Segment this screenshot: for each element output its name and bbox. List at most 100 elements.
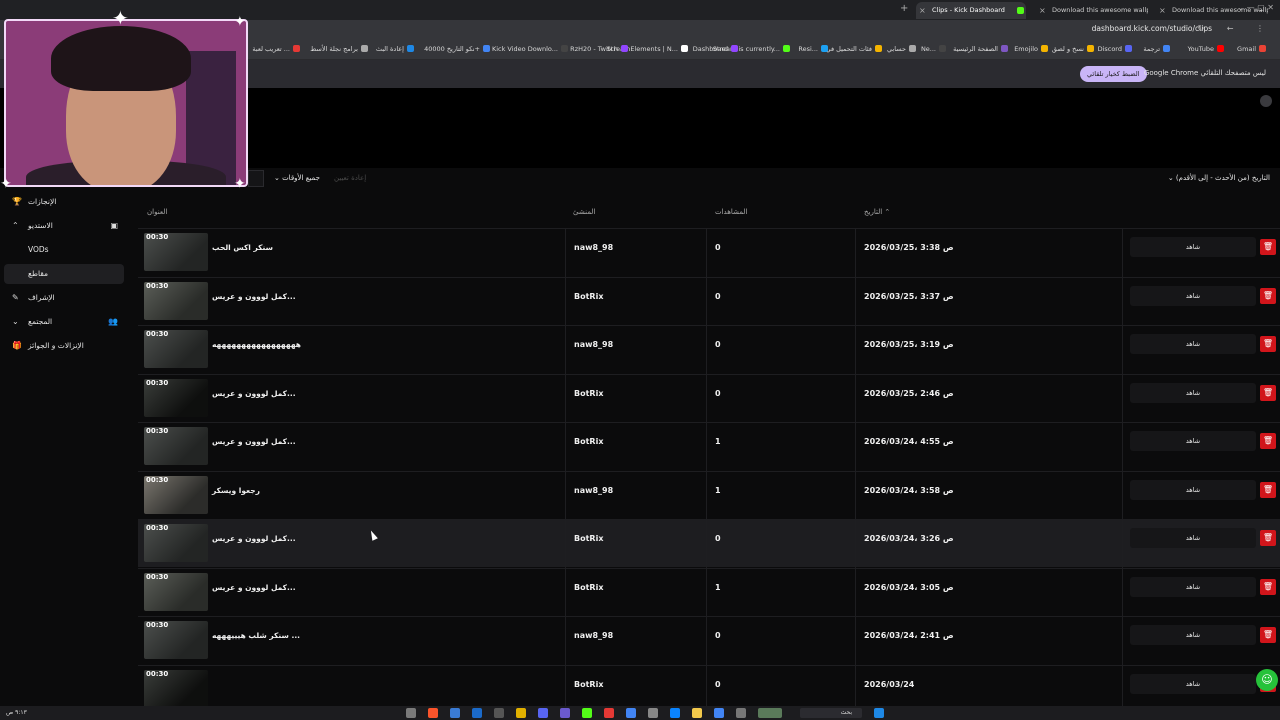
obs-icon[interactable] (560, 708, 570, 718)
clip-date: 2026/03/24، 3:58 ص (864, 485, 954, 495)
bookmark[interactable]: Ne... (921, 45, 946, 53)
close-icon[interactable]: × (919, 2, 926, 19)
bookmark[interactable]: إعادة البث (376, 45, 414, 53)
brave-icon[interactable] (428, 708, 438, 718)
sidebar-item-label: الاستديو (28, 221, 53, 230)
tab-clips[interactable]: × Clips - Kick Dashboard (916, 2, 1026, 19)
bookmark[interactable]: Discord (1098, 45, 1132, 53)
watch-button[interactable]: شاهد (1130, 528, 1256, 548)
search-input[interactable] (248, 170, 264, 187)
chrome-icon[interactable] (714, 708, 724, 718)
bookmark[interactable]: Dashboard (693, 45, 738, 53)
watch-button[interactable]: شاهد (1130, 673, 1256, 694)
nav-icons[interactable]: ↻ ← ⋮ (1198, 24, 1275, 33)
sidebar-item-community[interactable]: ⌄ المجتمع 👥 (4, 312, 124, 332)
sidebar-item-moderation[interactable]: ✎ الإشراف (4, 288, 124, 308)
table-row[interactable]: 00:30 كمل لووون و عريس... BotRix 0 2026/… (138, 519, 1280, 568)
clip-title: كمل لووون و عريس... (212, 582, 296, 592)
header-date[interactable]: التاريخ ⌃ (864, 208, 890, 216)
bookmark[interactable]: Emojilo (1014, 45, 1048, 53)
clip-creator: naw8_98 (574, 340, 614, 349)
bookmark[interactable]: برامج نجلة الأسط (310, 45, 368, 53)
watch-button[interactable]: شاهد (1130, 382, 1256, 403)
folder-icon[interactable] (692, 708, 702, 718)
taskbar-clock: ٩:١٣ ص (6, 709, 27, 716)
bookmark[interactable]: الصفحة الرئيسية (953, 45, 1008, 53)
delete-button[interactable]: 🗑 (1260, 384, 1276, 401)
table-row[interactable]: 00:30 كمل لووون و عريس... BotRix 1 2026/… (138, 567, 1280, 617)
watch-button[interactable]: شاهد (1130, 334, 1256, 354)
watch-button[interactable]: شاهد (1130, 576, 1256, 597)
sort-select[interactable]: ⌄ التاريخ (من الأحدث - إلى الأقدم) (1168, 174, 1270, 182)
sidebar-item-achievements[interactable]: 🏆 الإنجازات (4, 192, 124, 212)
delete-button[interactable]: 🗑 (1260, 336, 1276, 352)
set-default-button[interactable]: الضبط كخيار تلقائي (1080, 66, 1147, 82)
sidebar-item-vods[interactable]: VODs (4, 240, 124, 260)
table-row[interactable]: 00:30 رجعوا ويسكر naw8_98 1 2026/03/24، … (138, 470, 1280, 520)
delete-button[interactable]: 🗑 (1260, 433, 1276, 449)
header-views[interactable]: المشاهدات (715, 208, 747, 216)
bookmark[interactable]: نسخ و لصق (1052, 45, 1094, 53)
bookmark[interactable]: Resi... (798, 45, 828, 53)
close-icon[interactable]: × (1159, 2, 1166, 19)
delete-button[interactable]: 🗑 (1260, 578, 1276, 595)
watch-button[interactable]: شاهد (1130, 237, 1256, 257)
table-row[interactable]: 00:30 هههههههههههههههههه naw8_98 0 2026/… (138, 325, 1280, 374)
header-title[interactable]: العنوان (147, 208, 167, 216)
sidebar-item-studio[interactable]: ⌃ الاستديو ▣ (4, 216, 124, 236)
table-row[interactable]: 00:30 كمل لووون و عريس... BotRix 1 2026/… (138, 422, 1280, 471)
bookmark[interactable]: Kick Video Downlo... (492, 45, 568, 53)
table-row[interactable]: 00:30 سنكر شلب هيييهههه ... naw8_98 0 20… (138, 616, 1280, 665)
table-row[interactable]: 00:30 كمل لووون و عريس... BotRix 0 2026/… (138, 373, 1280, 423)
discord-icon[interactable] (538, 708, 548, 718)
delete-button[interactable]: 🗑 (1260, 287, 1276, 304)
app-icon[interactable] (450, 708, 460, 718)
table-row[interactable]: 00:30 كمل لووون و عريس... BotRix 0 2026/… (138, 276, 1280, 326)
chrome-icon[interactable] (626, 708, 636, 718)
column-divider (706, 229, 707, 277)
delete-button[interactable]: 🗑 (1260, 239, 1276, 255)
url-field[interactable]: dashboard.kick.com/studio/clips (1092, 24, 1212, 33)
close-icon[interactable]: × (1039, 2, 1046, 19)
app-icon[interactable] (604, 708, 614, 718)
kick-icon[interactable] (582, 708, 592, 718)
help-chat-button[interactable]: ☺ (1256, 669, 1278, 691)
app-icon[interactable] (736, 708, 746, 718)
app-icon[interactable] (516, 708, 526, 718)
tab-wallpaper-1[interactable]: × Download this awesome wallp (1036, 2, 1148, 19)
delete-button[interactable]: 🗑 (1260, 530, 1276, 546)
watch-button[interactable]: شاهد (1130, 431, 1256, 451)
window-controls[interactable]: ⌄ — ▢ ✕ (1237, 3, 1274, 12)
edge-icon[interactable] (670, 708, 680, 718)
bookmark[interactable]: تعريب لعبة ... (252, 45, 300, 53)
sidebar-item-drops[interactable]: 🎁 الإنزالات و الجوائز (4, 336, 124, 356)
new-tab-button[interactable]: + (900, 3, 908, 14)
reset-filters-button[interactable]: إعادة تعيين (334, 174, 366, 182)
sidebar-item-clips[interactable]: مقاطع (4, 264, 124, 284)
time-filter-select[interactable]: ⌄ جميع الأوقات (274, 174, 320, 182)
bookmark[interactable]: فئات التحميل في (826, 45, 882, 53)
column-divider (565, 326, 566, 374)
bookmark[interactable]: ترجمة (1143, 45, 1170, 53)
delete-button[interactable]: 🗑 (1260, 627, 1276, 643)
watch-button[interactable]: شاهد (1130, 625, 1256, 645)
wallpaper-icon[interactable] (758, 708, 782, 718)
bookmark[interactable]: Gmail (1237, 45, 1266, 53)
column-divider (1122, 229, 1123, 277)
bookmark[interactable]: حسابي (887, 45, 916, 53)
bookmark[interactable]: YouTube (1188, 45, 1224, 53)
windows-start-icon[interactable] (874, 708, 884, 718)
watch-button[interactable]: شاهد (1130, 479, 1256, 500)
watch-button[interactable]: شاهد (1130, 285, 1256, 306)
delete-button[interactable]: 🗑 (1260, 481, 1276, 498)
header-creator[interactable]: المنشئ (573, 208, 595, 216)
table-row[interactable]: 00:30 سنكر اكس الحب naw8_98 0 2026/03/25… (138, 228, 1280, 277)
app-icon[interactable] (648, 708, 658, 718)
bookmark[interactable]: RzH20 - Twitch (570, 45, 628, 53)
avatar[interactable] (1260, 95, 1272, 107)
steam-icon[interactable] (472, 708, 482, 718)
app-icon[interactable] (494, 708, 504, 718)
settings-icon[interactable] (406, 708, 416, 718)
bookmark[interactable]: نكو التاريخ 40000+ (424, 45, 490, 53)
taskbar-search[interactable]: بحث (800, 708, 862, 718)
